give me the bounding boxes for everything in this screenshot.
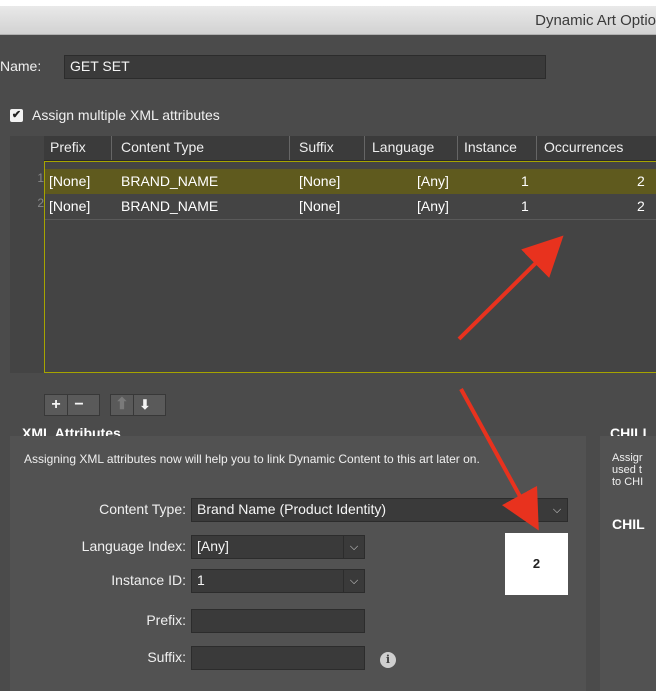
arrow-down-icon [459, 388, 539, 531]
arrow-up-icon [457, 235, 564, 341]
annotation-arrows [457, 235, 564, 531]
